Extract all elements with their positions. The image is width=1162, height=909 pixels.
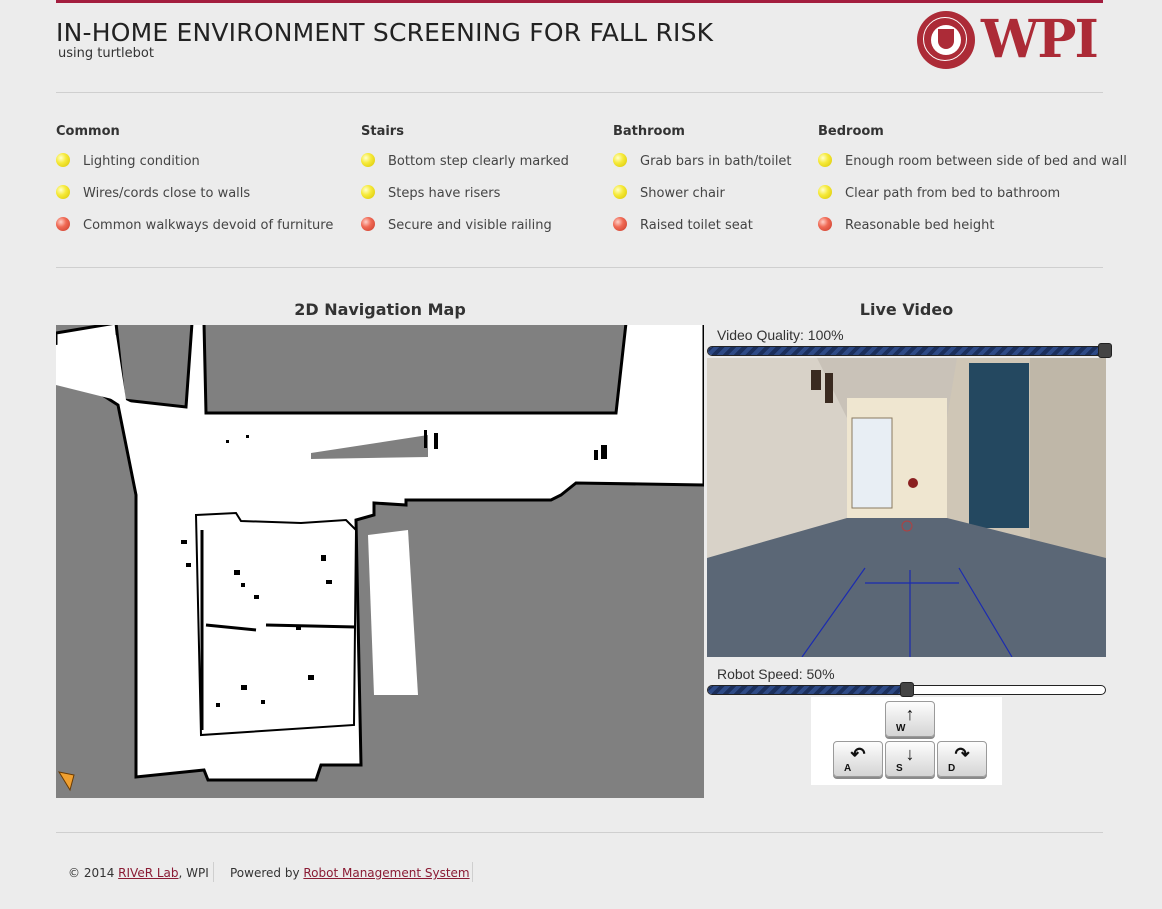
map-title: 2D Navigation Map [294, 300, 466, 319]
rotate-right-icon: ↷ [954, 744, 970, 764]
checklist-item-label: Wires/cords close to walls [83, 186, 251, 201]
footer-copyright: © 2014 RIVeR Lab, WPI [68, 866, 209, 880]
navigation-map[interactable] [56, 325, 704, 798]
backward-key-s[interactable]: ↓ S [885, 741, 935, 777]
yellow-status-icon [613, 153, 627, 167]
robot-speed-slider[interactable] [707, 682, 1106, 697]
yellow-status-icon [56, 153, 70, 167]
slider-handle[interactable] [1098, 343, 1112, 358]
key-letter: D [948, 763, 956, 774]
footer-text: Powered by [230, 866, 304, 880]
rms-link[interactable]: Robot Management System [303, 866, 469, 880]
key-letter: A [844, 763, 852, 774]
checklist-column-bedroom: Bedroom Enough room between side of bed … [818, 124, 1127, 250]
checklist-column-bathroom: Bathroom Grab bars in bath/toilet Shower… [613, 124, 792, 250]
checklist-item-label: Clear path from bed to bathroom [845, 186, 1061, 201]
checklist-item-label: Enough room between side of bed and wall [845, 154, 1127, 169]
yellow-status-icon [361, 153, 375, 167]
river-lab-link[interactable]: RIVeR Lab [118, 866, 178, 880]
checklist-column-stairs: Stairs Bottom step clearly marked Steps … [361, 124, 569, 250]
checklist-item: Common walkways devoid of furniture [56, 217, 333, 250]
checklist-column-common: Common Lighting condition Wires/cords cl… [56, 124, 333, 250]
checklist-item: Steps have risers [361, 185, 500, 218]
checklist-item: Lighting condition [56, 153, 200, 186]
footer-separator [472, 862, 473, 882]
checklist-item: Grab bars in bath/toilet [613, 153, 792, 186]
checklist-item-label: Shower chair [640, 186, 725, 201]
checklist-item: Clear path from bed to bathroom [818, 185, 1060, 218]
divider [56, 267, 1103, 268]
yellow-status-icon [818, 153, 832, 167]
drive-keypad: ↑ W ↶ A ↓ S ↷ D [811, 697, 1002, 785]
turn-right-key-d[interactable]: ↷ D [937, 741, 987, 777]
checklist-item-label: Secure and visible railing [388, 218, 552, 233]
logo-wordmark: WPI [981, 9, 1099, 70]
yellow-status-icon [361, 185, 375, 199]
wpi-seal-icon [917, 11, 975, 69]
red-status-icon [56, 217, 70, 231]
up-arrow-icon: ↑ [905, 704, 915, 724]
checklist-item-label: Raised toilet seat [640, 218, 753, 233]
checklist-item-label: Lighting condition [83, 154, 200, 169]
checklist-item-label: Reasonable bed height [845, 218, 995, 233]
checklist-item-label: Bottom step clearly marked [388, 154, 569, 169]
checklist-item: Enough room between side of bed and wall [818, 153, 1127, 186]
checklist-item-label: Steps have risers [388, 186, 501, 201]
checklist-heading: Bedroom [818, 124, 884, 139]
footer-text: , WPI [178, 866, 209, 880]
forward-key-w[interactable]: ↑ W [885, 701, 935, 737]
wpi-logo: WPI [917, 9, 1103, 70]
occupancy-grid [56, 325, 704, 798]
yellow-status-icon [56, 185, 70, 199]
red-status-icon [361, 217, 375, 231]
turn-left-key-a[interactable]: ↶ A [833, 741, 883, 777]
rotate-left-icon: ↶ [850, 744, 866, 764]
page-subtitle: using turtlebot [58, 46, 154, 61]
footer-separator [213, 862, 214, 882]
checklist-heading: Stairs [361, 124, 404, 139]
red-status-icon [818, 217, 832, 231]
slider-fill [708, 347, 1105, 355]
video-quality-slider[interactable] [707, 343, 1112, 358]
checklist-item-label: Common walkways devoid of furniture [83, 218, 334, 233]
video-quality-label: Video Quality: 100% [717, 327, 844, 343]
divider [56, 92, 1103, 93]
robot-speed-label: Robot Speed: 50% [717, 666, 835, 682]
footer-text: © 2014 [68, 866, 119, 880]
footer-powered-by: Powered by Robot Management System [230, 866, 470, 880]
checklist-heading: Bathroom [613, 124, 685, 139]
checklist-item-label: Grab bars in bath/toilet [640, 154, 792, 169]
checklist-item: Secure and visible railing [361, 217, 552, 250]
live-video-feed [707, 358, 1106, 657]
video-title: Live Video [859, 300, 954, 319]
key-letter: W [896, 723, 906, 734]
divider [56, 832, 1103, 833]
checklist-item: Bottom step clearly marked [361, 153, 569, 186]
red-status-icon [613, 217, 627, 231]
slider-handle[interactable] [900, 682, 914, 697]
yellow-status-icon [613, 185, 627, 199]
checklist-item: Shower chair [613, 185, 725, 218]
checklist-item: Raised toilet seat [613, 217, 753, 250]
key-letter: S [896, 763, 903, 774]
slider-fill [708, 686, 907, 694]
down-arrow-icon: ↓ [905, 744, 915, 764]
checklist-heading: Common [56, 124, 120, 139]
video-frame [707, 358, 1106, 657]
top-accent-bar [56, 0, 1103, 3]
yellow-status-icon [818, 185, 832, 199]
checklist-item: Wires/cords close to walls [56, 185, 250, 218]
checklist-item: Reasonable bed height [818, 217, 994, 250]
page-title: IN-HOME ENVIRONMENT SCREENING FOR FALL R… [56, 18, 714, 47]
